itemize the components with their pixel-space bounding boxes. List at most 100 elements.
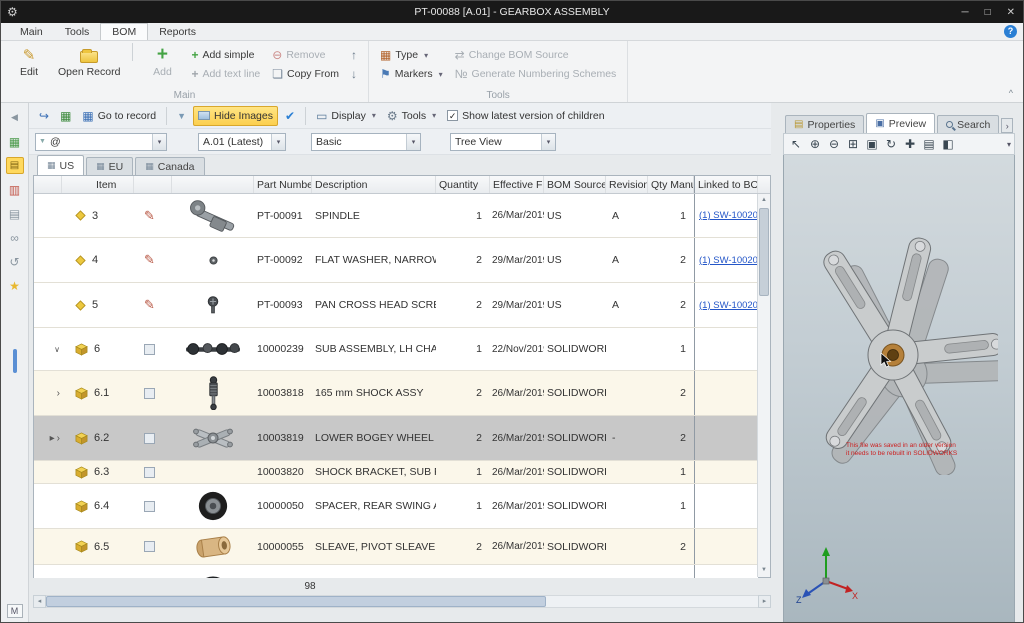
generate-numbering-button[interactable]: №Generate Numbering Schemes xyxy=(452,66,620,82)
linked-records-icon[interactable]: ∞ xyxy=(6,229,24,246)
table-row-selected[interactable]: ▸› 6.2 10003819 LOWER BOGEY WHEEL PIVOT … xyxy=(34,416,758,461)
vertical-scrollbar[interactable]: ▲ ▼ xyxy=(757,194,770,577)
table-row[interactable]: 6.3 10003820 SHOCK BRACKET, SUB FRAME 1 … xyxy=(34,461,758,484)
tab-reports[interactable]: Reports xyxy=(148,24,207,40)
hide-images-toggle[interactable]: Hide Images xyxy=(193,106,278,126)
chevron-down-icon[interactable]: ▾ xyxy=(406,134,420,150)
row-checkbox[interactable] xyxy=(144,433,155,444)
export-grid-button[interactable]: ▦ xyxy=(56,106,75,126)
column-linked-to-bom[interactable]: Linked to BOM xyxy=(694,176,758,193)
minimize-button[interactable]: ─ xyxy=(961,7,968,18)
collapse-panel-icon[interactable]: ◀ xyxy=(6,109,24,126)
scrollbar-thumb[interactable] xyxy=(46,596,546,607)
select-cursor-icon[interactable]: ↖ xyxy=(787,135,805,153)
scroll-right-icon[interactable]: ▸ xyxy=(758,595,771,608)
move-down-button[interactable]: ↓ xyxy=(348,66,360,82)
table-row[interactable]: 6.4 10000050 SPACER, REAR SWING ARM 1 26… xyxy=(34,484,758,529)
more-tabs-icon[interactable]: › xyxy=(1001,118,1013,133)
open-record-button[interactable]: Open Record xyxy=(55,43,123,90)
maximize-button[interactable]: □ xyxy=(985,7,991,18)
add-text-line-button[interactable]: +Add text line xyxy=(188,66,263,82)
tools-menu[interactable]: ⚙Tools▾ xyxy=(383,106,440,126)
chevron-down-icon[interactable]: ▾ xyxy=(152,134,166,150)
row-checkbox[interactable] xyxy=(144,467,155,478)
preview-viewport[interactable]: This file was saved in an older version … xyxy=(783,155,1015,623)
chevron-down-icon[interactable]: ▾ xyxy=(1007,140,1011,149)
add-button[interactable]: + Add xyxy=(142,43,182,90)
tab-preview[interactable]: ▣Preview xyxy=(866,113,935,133)
tab-main[interactable]: Main xyxy=(9,24,54,40)
markers-toggle-icon[interactable]: M xyxy=(7,604,23,618)
column-bom-source[interactable]: BOM Source xyxy=(544,176,606,193)
format-combo[interactable]: Basic ▾ xyxy=(311,133,421,151)
table-row[interactable]: 4 ✎ PT-00092 FLAT WASHER, NARROW, M4 2 2… xyxy=(34,238,758,283)
quick-filter-combo[interactable]: ▼ @ ▾ xyxy=(35,133,167,151)
collapse-icon[interactable]: ∨ xyxy=(54,345,60,354)
scroll-down-icon[interactable]: ▼ xyxy=(758,564,770,577)
scrollbar-thumb[interactable] xyxy=(759,208,769,296)
row-checkbox[interactable] xyxy=(144,541,155,552)
column-effective-from[interactable]: Effective From xyxy=(490,176,544,193)
tab-search[interactable]: Search xyxy=(937,115,999,133)
bom-view-icon[interactable]: ▦ xyxy=(6,133,24,150)
table-row-partial[interactable] xyxy=(34,565,758,578)
linked-bom-link[interactable]: (1) SW-100203 xyxy=(699,255,758,266)
pan-icon[interactable]: ✚ xyxy=(901,135,919,153)
table-row[interactable]: › 6.1 10003818 165 mm SHOCK ASSY 2 26/Ma… xyxy=(34,371,758,416)
go-to-record-button[interactable]: ▦Go to record xyxy=(78,106,160,126)
bom-tab-canada[interactable]: ▦Canada xyxy=(135,157,204,175)
type-menu-button[interactable]: ▦Type▾ xyxy=(377,47,446,63)
close-button[interactable]: ✕ xyxy=(1007,7,1015,18)
validate-button[interactable]: ✔ xyxy=(281,106,299,126)
parts-list-icon[interactable]: ▥ xyxy=(6,181,24,198)
rotate-icon[interactable]: ↻ xyxy=(882,135,900,153)
table-row[interactable]: 3 ✎ PT-00091 SPINDLE 1 26/Mar/2019 US A … xyxy=(34,194,758,238)
display-menu[interactable]: ▭Display▾ xyxy=(312,106,380,126)
linked-bom-link[interactable]: (1) SW-100203 xyxy=(699,300,758,311)
row-checkbox[interactable] xyxy=(144,344,155,355)
zoom-fit-icon[interactable]: ▣ xyxy=(863,135,881,153)
edit-pencil-icon[interactable]: ✎ xyxy=(144,252,155,268)
revision-combo[interactable]: A.01 (Latest) ▾ xyxy=(198,133,286,151)
add-simple-button[interactable]: +Add simple xyxy=(188,47,263,63)
chevron-down-icon[interactable]: ▾ xyxy=(271,134,285,150)
tab-properties[interactable]: ▤Properties xyxy=(785,115,864,133)
column-quantity[interactable]: Quantity xyxy=(436,176,490,193)
chevron-down-icon[interactable]: ▾ xyxy=(541,134,555,150)
zoom-out-icon[interactable]: ⊖ xyxy=(825,135,843,153)
move-up-button[interactable]: ↑ xyxy=(348,47,360,63)
table-row[interactable]: 6.5 10000055 SLEAVE, PIVOT SLEAVE 2 26/M… xyxy=(34,529,758,565)
table-row[interactable]: ∨ 6 10000239 SUB ASSEMBLY, LH CHASSIS 1 … xyxy=(34,328,758,371)
where-used-icon[interactable]: ▤ xyxy=(6,205,24,222)
remove-button[interactable]: ⊖Remove xyxy=(269,47,342,63)
expand-icon[interactable]: › xyxy=(57,433,60,444)
row-checkbox[interactable] xyxy=(144,388,155,399)
zoom-in-icon[interactable]: ⊕ xyxy=(806,135,824,153)
markers-menu-button[interactable]: ⚑Markers▾ xyxy=(377,66,446,82)
jump-button[interactable]: ↪ xyxy=(35,106,53,126)
filter-button[interactable]: ▼ xyxy=(173,106,190,126)
expand-icon[interactable]: › xyxy=(57,388,60,399)
edit-pencil-icon[interactable]: ✎ xyxy=(144,297,155,313)
bom-tab-us[interactable]: ▦US xyxy=(37,155,84,175)
table-row[interactable]: 5 ✎ PT-00093 PAN CROSS HEAD SCREW, M4 X … xyxy=(34,283,758,328)
column-revision[interactable]: Revision xyxy=(606,176,648,193)
column-part-number[interactable]: Part Number xyxy=(254,176,312,193)
change-bom-source-button[interactable]: ⇄Change BOM Source xyxy=(452,47,620,63)
edit-pencil-icon[interactable]: ✎ xyxy=(144,208,155,224)
scroll-up-icon[interactable]: ▲ xyxy=(758,194,770,207)
zoom-window-icon[interactable]: ⊞ xyxy=(844,135,862,153)
column-description[interactable]: Description xyxy=(312,176,436,193)
column-qty-manu[interactable]: Qty Manu xyxy=(648,176,694,193)
row-checkbox[interactable] xyxy=(144,501,155,512)
tab-bom[interactable]: BOM xyxy=(100,23,148,40)
scroll-left-icon[interactable]: ◂ xyxy=(33,595,46,608)
linked-bom-link[interactable]: (1) SW-100203 xyxy=(699,210,758,221)
horizontal-scrollbar[interactable]: ◂ ▸ xyxy=(33,595,771,608)
view-orientation-icon[interactable]: ▤ xyxy=(920,135,938,153)
help-icon[interactable]: ? xyxy=(1004,25,1017,38)
view-mode-combo[interactable]: Tree View ▾ xyxy=(450,133,556,151)
bom-tab-eu[interactable]: ▦EU xyxy=(86,157,133,175)
history-icon[interactable]: ↺ xyxy=(6,253,24,270)
edit-button[interactable]: ✎ Edit xyxy=(9,43,49,90)
